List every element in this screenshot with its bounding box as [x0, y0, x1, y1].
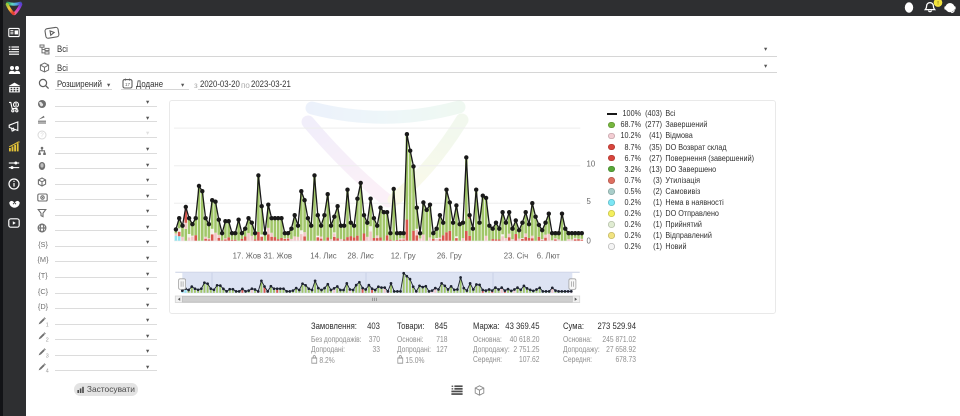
svg-text:1: 1 — [46, 322, 49, 327]
svg-text:31. Жов: 31. Жов — [263, 252, 292, 261]
svg-text:{M}: {M} — [37, 255, 49, 264]
svg-text:14. Лис: 14. Лис — [310, 252, 336, 261]
svg-text:{D}: {D} — [38, 302, 49, 311]
svg-text:4: 4 — [46, 369, 49, 374]
svg-text:{C}: {C} — [38, 286, 49, 295]
svg-text:10: 10 — [586, 160, 595, 169]
svg-text:17. Жов: 17. Жов — [232, 252, 261, 261]
svg-text:23. Січ: 23. Січ — [503, 252, 527, 261]
svg-text:3: 3 — [46, 353, 49, 358]
svg-text:5: 5 — [586, 197, 591, 206]
svg-text:6. Лют: 6. Лют — [536, 252, 559, 261]
svg-text:26. Гру: 26. Гру — [437, 252, 462, 261]
svg-text:{T}: {T} — [38, 271, 48, 280]
svg-text:28. Лис: 28. Лис — [347, 252, 373, 261]
svg-text:{S}: {S} — [38, 240, 48, 249]
svg-text:12. Гру: 12. Гру — [390, 252, 415, 261]
svg-text:0: 0 — [586, 237, 591, 246]
svg-text:2: 2 — [46, 337, 49, 342]
